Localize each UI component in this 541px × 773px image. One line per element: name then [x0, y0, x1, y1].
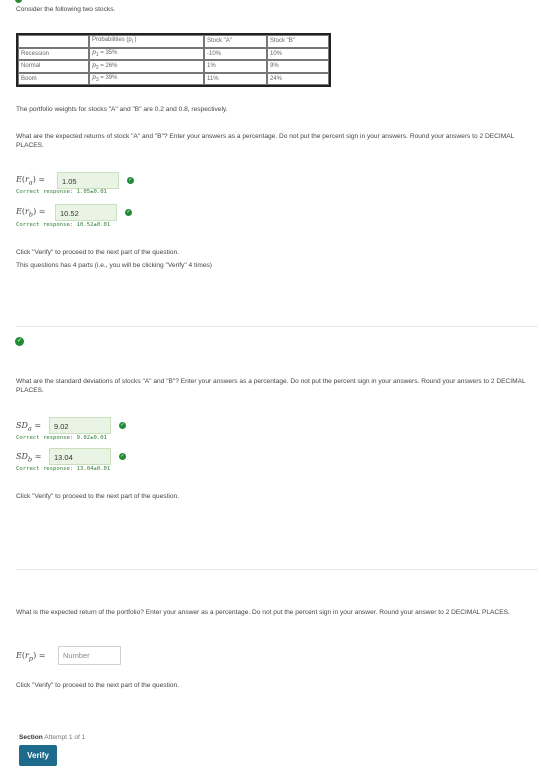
expected-return-b-label: E(rb) =: [16, 207, 46, 219]
section-info: Section Attempt 1 of 1: [19, 734, 85, 741]
cell-state: Normal: [18, 60, 89, 73]
cell-probability: p1 = 35%: [89, 47, 204, 60]
expected-return-b-input[interactable]: 10.52: [55, 204, 117, 221]
header-probabilities: Probabilities (pi ): [89, 35, 204, 48]
label-sub: p: [28, 654, 34, 663]
part3-hint: Click "Verify" to proceed to the next pa…: [16, 682, 180, 689]
label-fn: E: [16, 175, 22, 184]
header-state: [18, 35, 89, 48]
cell-stock-a: -10%: [204, 47, 267, 60]
divider: [16, 326, 538, 327]
cell-state: Recession: [18, 47, 89, 60]
cell-stock-a: 11%: [204, 72, 267, 85]
cell-probability: p3 = 39%: [89, 72, 204, 85]
expected-return-a-input[interactable]: 1.05: [57, 172, 119, 189]
correct-response-sd-b: Correct response: 13.04±0.01: [16, 466, 111, 472]
label-fn: SD: [16, 452, 28, 461]
prob-sub: 2: [95, 64, 99, 71]
intro-text: Consider the following two stocks.: [16, 6, 116, 13]
check-icon: ✓: [125, 209, 132, 216]
correct-response-sd-a: Correct response: 9.02±0.01: [16, 435, 107, 441]
sd-a-input[interactable]: 9.02: [49, 417, 111, 434]
part-complete-check-icon: ✓: [15, 337, 24, 346]
portfolio-return-input[interactable]: [58, 646, 121, 665]
label-fn: E: [16, 651, 22, 660]
prob-value: = 26%: [100, 62, 118, 69]
prob-sub: 3: [95, 77, 99, 84]
label-sub: a: [27, 424, 32, 433]
cell-state: Boom: [18, 72, 89, 85]
correct-response-a: Correct response: 1.05±0.01: [16, 189, 107, 195]
divider: [16, 569, 538, 570]
part2-hint: Click "Verify" to proceed to the next pa…: [16, 493, 180, 500]
correct-response-b: Correct response: 10.52±0.01: [16, 222, 111, 228]
table-row: Boom p3 = 39% 11% 24%: [18, 72, 329, 85]
table-header-row: Probabilities (pi ) Stock "A" Stock "B": [18, 35, 329, 48]
cell-probability: p2 = 26%: [89, 60, 204, 73]
label-sub: a: [28, 178, 33, 187]
header-prob-sub: i: [131, 39, 133, 46]
sd-b-input[interactable]: 13.04: [49, 448, 111, 465]
part3-question: What is the expected return of the portf…: [16, 609, 510, 616]
header-prob-text: Probabilities (p: [92, 37, 132, 44]
header-stock-a: Stock "A": [204, 35, 267, 48]
part1-question: What are the expected returns of stock "…: [16, 133, 515, 149]
attempt-label: Attempt 1 of 1: [44, 734, 86, 741]
part1-hint: Click "Verify" to proceed to the next pa…: [16, 249, 180, 256]
part2-question: What are the standard deviations of stoc…: [16, 378, 526, 394]
cell-stock-b: 24%: [267, 72, 329, 85]
table-row: Normal p2 = 26% 1% 9%: [18, 60, 329, 73]
probabilities-table: Probabilities (pi ) Stock "A" Stock "B" …: [16, 33, 331, 87]
expected-return-a-label: E(ra) =: [16, 175, 46, 187]
sd-b-label: SDb =: [16, 452, 42, 464]
status-check-icon: [15, 0, 22, 3]
check-icon: ✓: [119, 422, 126, 429]
check-icon: ✓: [127, 177, 134, 184]
header-prob-end: ): [134, 37, 137, 44]
portfolio-return-label: E(rp) =: [16, 651, 46, 663]
part1-parts-note: This questions has 4 parts (i.e., you wi…: [16, 262, 212, 269]
verify-button[interactable]: Verify: [19, 745, 57, 766]
sd-a-label: SDa =: [16, 421, 42, 433]
cell-stock-a: 1%: [204, 60, 267, 73]
label-fn: E: [16, 207, 22, 216]
prob-value: = 35%: [100, 50, 118, 57]
cell-stock-b: 10%: [267, 47, 329, 60]
check-icon: ✓: [119, 453, 126, 460]
label-sub: b: [28, 210, 34, 219]
section-label: Section: [19, 734, 43, 741]
cell-stock-b: 9%: [267, 60, 329, 73]
table-row: Recession p1 = 35% -10% 10%: [18, 47, 329, 60]
label-fn: SD: [16, 421, 28, 430]
prob-value: = 39%: [100, 75, 118, 82]
header-stock-b: Stock "B": [267, 35, 329, 48]
label-sub: b: [27, 455, 33, 464]
prob-sub: 1: [95, 52, 99, 59]
weights-text: The portfolio weights for stocks "A" and…: [16, 106, 228, 113]
